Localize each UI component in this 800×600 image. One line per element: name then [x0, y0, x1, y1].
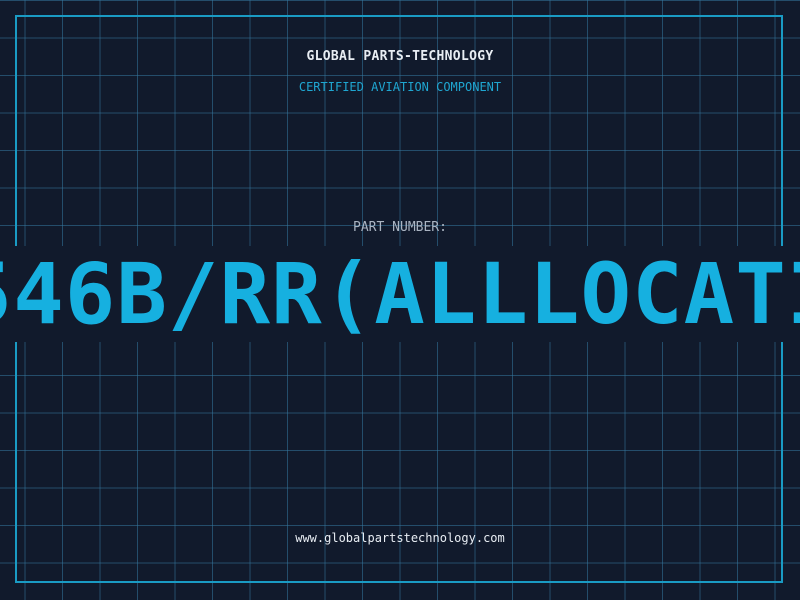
label-canvas: GLOBAL PARTS-TECHNOLOGY CERTIFIED AVIATI…: [0, 0, 800, 600]
part-number-label: PART NUMBER:: [353, 220, 447, 235]
part-number-value: C546B/RR(ALLLOCATIO: [0, 246, 800, 342]
website-url: www.globalpartstechnology.com: [295, 531, 505, 545]
part-number-band: C546B/RR(ALLLOCATIO: [0, 246, 800, 342]
certification-subtitle: CERTIFIED AVIATION COMPONENT: [298, 80, 502, 94]
brand-title: GLOBAL PARTS-TECHNOLOGY: [306, 49, 494, 64]
